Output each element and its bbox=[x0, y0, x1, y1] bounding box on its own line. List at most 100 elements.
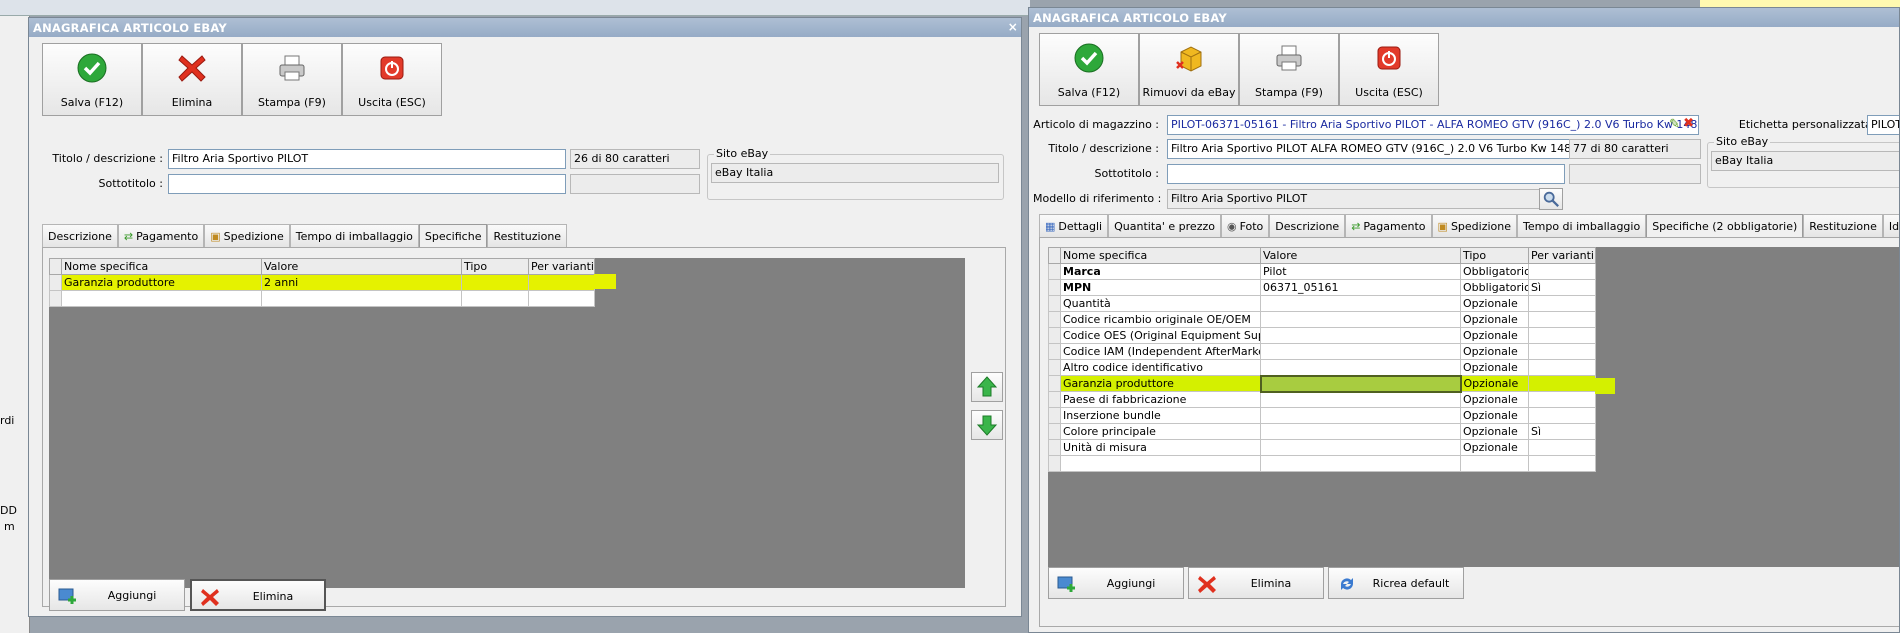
table-row[interactable] bbox=[49, 290, 595, 307]
table-row[interactable]: Marca Pilot Obbligatorio bbox=[1048, 263, 1596, 280]
row-selector[interactable] bbox=[1048, 455, 1061, 472]
cell-valore[interactable] bbox=[1260, 407, 1461, 424]
save-button[interactable]: Salva (F12) bbox=[42, 43, 142, 116]
cell-valore[interactable] bbox=[1260, 311, 1461, 328]
cell-valore[interactable] bbox=[1260, 343, 1461, 360]
cell-per-varianti[interactable] bbox=[1528, 263, 1596, 280]
cell-valore[interactable] bbox=[1259, 374, 1462, 393]
row-selector[interactable] bbox=[1048, 359, 1061, 376]
row-selector[interactable] bbox=[1048, 423, 1061, 440]
left-spec-grid[interactable]: Nome specifica Valore Tipo Per varianti … bbox=[49, 258, 595, 307]
row-selector[interactable] bbox=[1048, 295, 1061, 312]
tab-descrizione[interactable]: Descrizione bbox=[42, 224, 118, 248]
cell-per-varianti[interactable]: Sì bbox=[1528, 423, 1596, 440]
cell-per-varianti[interactable] bbox=[1528, 439, 1596, 456]
row-selector[interactable] bbox=[1048, 311, 1061, 328]
row-selector[interactable] bbox=[1048, 263, 1061, 280]
remove-from-ebay-button[interactable]: Rimuovi da eBay bbox=[1139, 33, 1239, 106]
delete-row-button[interactable]: Elimina bbox=[1188, 567, 1324, 599]
row-selector[interactable] bbox=[1048, 439, 1061, 456]
column-header[interactable]: Tipo bbox=[1460, 247, 1529, 264]
tab-foto[interactable]: ◉ Foto bbox=[1220, 214, 1270, 238]
cell-tipo[interactable]: Opzionale bbox=[1460, 359, 1529, 376]
cell-tipo[interactable]: Opzionale bbox=[1460, 327, 1529, 344]
recreate-default-button[interactable]: Ricrea default bbox=[1328, 567, 1464, 599]
row-selector[interactable] bbox=[1048, 391, 1061, 408]
cell-tipo[interactable]: Opzionale bbox=[1460, 311, 1529, 328]
cell-per-varianti[interactable] bbox=[1528, 407, 1596, 424]
articolo-input[interactable]: PILOT-06371-05161 - Filtro Aria Sportivo… bbox=[1167, 115, 1699, 135]
edit-pencil-icon[interactable]: ✎ bbox=[1669, 117, 1680, 132]
cell-per-varianti[interactable] bbox=[1528, 375, 1596, 392]
table-row[interactable]: Colore principale Opzionale Sì bbox=[1048, 423, 1596, 440]
cell-tipo[interactable]: Opzionale bbox=[1460, 407, 1529, 424]
cell-valore[interactable] bbox=[1260, 327, 1461, 344]
add-button[interactable]: Aggiungi bbox=[1048, 567, 1184, 599]
table-row[interactable]: Unità di misura Opzionale bbox=[1048, 439, 1596, 456]
column-header[interactable]: Nome specifica bbox=[1060, 247, 1261, 264]
cell-tipo[interactable] bbox=[461, 274, 529, 291]
search-button[interactable] bbox=[1539, 188, 1563, 210]
cell-valore[interactable] bbox=[261, 290, 462, 307]
cell-per-varianti[interactable]: Sì bbox=[1528, 279, 1596, 296]
add-button[interactable]: Aggiungi bbox=[49, 579, 185, 611]
delete-row-button[interactable]: Elimina bbox=[190, 579, 326, 611]
row-selector[interactable] bbox=[1048, 343, 1061, 360]
tab-dettagli[interactable]: ▦ Dettagli bbox=[1039, 214, 1109, 238]
cell-tipo[interactable]: Opzionale bbox=[1460, 295, 1529, 312]
cell-nome[interactable] bbox=[1060, 455, 1261, 472]
cell-per-varianti[interactable] bbox=[528, 274, 595, 291]
titolo-input[interactable]: Filtro Aria Sportivo PILOT bbox=[168, 149, 566, 169]
tab-tempo-imballaggio[interactable]: Tempo di imballaggio bbox=[1517, 214, 1647, 238]
tab-spedizione[interactable]: ▣ Spedizione bbox=[204, 224, 290, 248]
cell-nome[interactable]: Quantità bbox=[1060, 295, 1261, 312]
tab-restituzione[interactable]: Restituzione bbox=[1803, 214, 1883, 238]
cell-per-varianti[interactable] bbox=[528, 290, 595, 307]
cell-nome[interactable]: MPN bbox=[1060, 279, 1261, 296]
cell-valore[interactable] bbox=[1260, 455, 1461, 472]
cell-valore[interactable]: 06371_05161 bbox=[1260, 279, 1461, 296]
cell-per-varianti[interactable] bbox=[1528, 391, 1596, 408]
tab-descrizione[interactable]: Descrizione bbox=[1269, 214, 1346, 238]
cell-per-varianti[interactable] bbox=[1528, 343, 1596, 360]
table-row[interactable]: MPN 06371_05161 Obbligatorio Sì bbox=[1048, 279, 1596, 296]
tab-specifiche[interactable]: Specifiche bbox=[418, 224, 488, 248]
row-selector[interactable] bbox=[49, 274, 62, 291]
cell-valore[interactable]: 2 anni bbox=[261, 274, 462, 291]
row-selector[interactable] bbox=[1048, 375, 1061, 392]
move-down-button[interactable] bbox=[971, 410, 1003, 440]
cell-per-varianti[interactable] bbox=[1528, 455, 1596, 472]
print-button[interactable]: Stampa (F9) bbox=[242, 43, 342, 116]
cell-nome[interactable]: Codice OES (Original Equipment Suppli... bbox=[1060, 327, 1261, 344]
cell-valore[interactable]: Pilot bbox=[1260, 263, 1461, 280]
cell-tipo[interactable]: Opzionale bbox=[1460, 343, 1529, 360]
cell-nome[interactable]: Paese di fabbricazione bbox=[1060, 391, 1261, 408]
cell-tipo[interactable]: Opzionale bbox=[1460, 375, 1529, 392]
cell-valore[interactable] bbox=[1260, 391, 1461, 408]
cell-per-varianti[interactable] bbox=[1528, 311, 1596, 328]
cell-tipo[interactable]: Obbligatorio bbox=[1460, 279, 1529, 296]
cell-nome[interactable]: Altro codice identificativo bbox=[1060, 359, 1261, 376]
cell-tipo[interactable]: Opzionale bbox=[1460, 391, 1529, 408]
table-row[interactable]: Inserzione bundle Opzionale bbox=[1048, 407, 1596, 424]
move-up-button[interactable] bbox=[971, 372, 1003, 402]
cell-nome[interactable]: Garanzia produttore bbox=[1060, 375, 1261, 392]
tab-identificatori[interactable]: Identificato bbox=[1882, 214, 1899, 238]
cell-valore[interactable] bbox=[1260, 359, 1461, 376]
table-row[interactable]: Quantità Opzionale bbox=[1048, 295, 1596, 312]
tab-pagamento[interactable]: ⇄ Pagamento bbox=[1345, 214, 1432, 238]
table-row[interactable]: Paese di fabbricazione Opzionale bbox=[1048, 391, 1596, 408]
delete-button[interactable]: Elimina bbox=[142, 43, 242, 116]
column-header[interactable]: Valore bbox=[1260, 247, 1461, 264]
cell-nome[interactable]: Colore principale bbox=[1060, 423, 1261, 440]
cell-per-varianti[interactable] bbox=[1528, 295, 1596, 312]
table-row[interactable]: Garanzia produttore Opzionale bbox=[1048, 374, 1596, 393]
sottotitolo-input[interactable] bbox=[1167, 164, 1565, 184]
table-row[interactable] bbox=[1048, 455, 1596, 472]
save-button[interactable]: Salva (F12) bbox=[1039, 33, 1139, 106]
etichetta-input[interactable]: PILOT- bbox=[1867, 115, 1899, 135]
table-row[interactable]: Garanzia produttore 2 anni bbox=[49, 274, 595, 291]
row-selector[interactable] bbox=[1048, 327, 1061, 344]
right-spec-grid[interactable]: Nome specifica Valore Tipo Per varianti … bbox=[1048, 247, 1596, 472]
row-selector[interactable] bbox=[49, 290, 62, 307]
